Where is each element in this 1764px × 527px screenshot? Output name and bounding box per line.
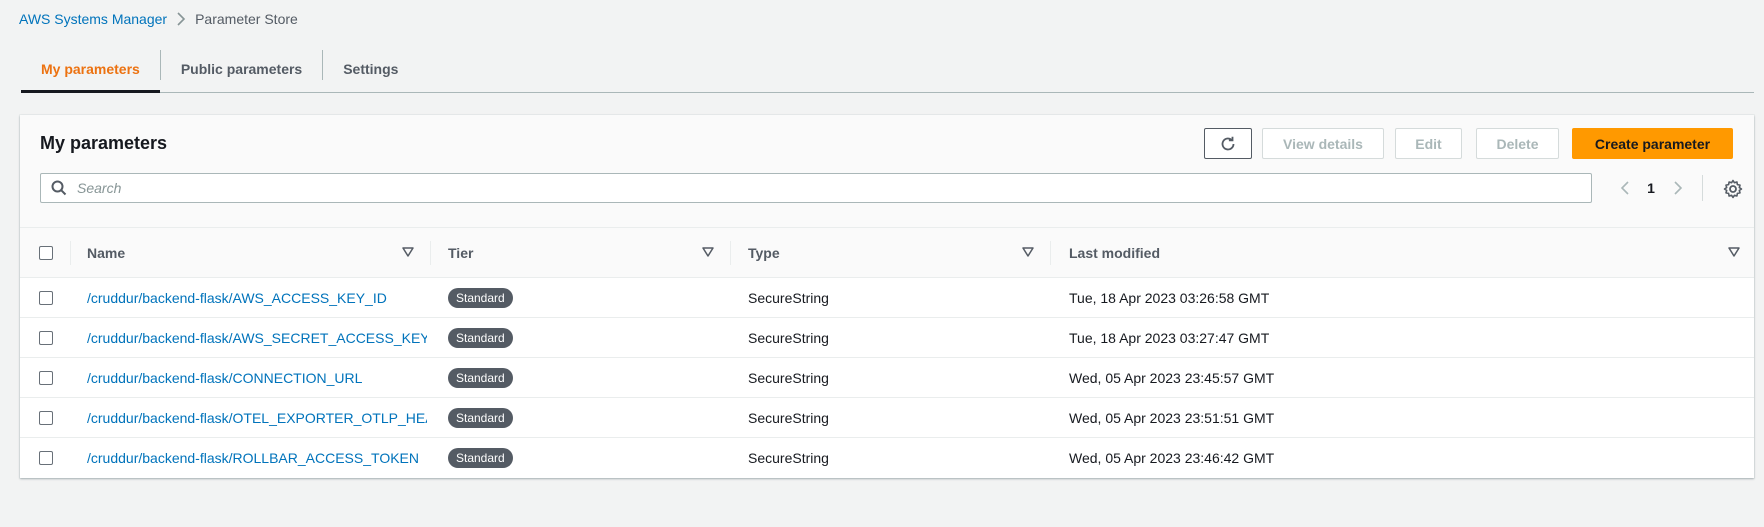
panel-header: My parameters View details Edit Delete C… — [20, 115, 1754, 228]
type-cell: SecureString — [748, 290, 829, 306]
tier-badge: Standard — [448, 328, 513, 348]
last-modified-cell: Wed, 05 Apr 2023 23:46:42 GMT — [1069, 450, 1275, 466]
settings-gear-icon[interactable] — [1723, 179, 1743, 199]
parameter-name-link[interactable]: /cruddur/backend-flask/OTEL_EXPORTER_OTL… — [87, 398, 427, 438]
type-cell: SecureString — [748, 330, 829, 346]
create-parameter-button[interactable]: Create parameter — [1572, 128, 1733, 159]
sort-caret-icon[interactable] — [1022, 246, 1034, 258]
chevron-left-icon[interactable] — [1610, 181, 1638, 195]
breadcrumb: AWS Systems Manager Parameter Store — [19, 11, 298, 27]
last-modified-cell: Wed, 05 Apr 2023 23:51:51 GMT — [1069, 410, 1275, 426]
column-header-last-modified[interactable]: Last modified — [1069, 228, 1160, 278]
refresh-icon — [1221, 136, 1235, 150]
tab-public-parameters[interactable]: Public parameters — [161, 46, 322, 92]
parameters-panel: My parameters View details Edit Delete C… — [20, 115, 1754, 478]
breadcrumb-current: Parameter Store — [195, 11, 298, 27]
page-number[interactable]: 1 — [1638, 180, 1664, 196]
column-header-name[interactable]: Name — [87, 228, 125, 278]
sort-caret-icon[interactable] — [702, 246, 714, 258]
row-checkbox[interactable] — [39, 411, 53, 425]
pagination: 1 — [1610, 173, 1703, 203]
sort-caret-icon[interactable] — [402, 246, 414, 258]
column-separator — [1050, 241, 1051, 265]
tier-badge: Standard — [448, 368, 513, 388]
sort-caret-icon[interactable] — [1728, 246, 1740, 258]
row-checkbox[interactable] — [39, 291, 53, 305]
search-box — [40, 173, 1592, 203]
search-icon — [41, 180, 77, 196]
pager-divider — [1702, 175, 1703, 201]
edit-button[interactable]: Edit — [1395, 128, 1462, 159]
table-header: Name Tier Type Last modified — [20, 228, 1754, 278]
refresh-button[interactable] — [1204, 128, 1252, 159]
tab-my-parameters[interactable]: My parameters — [21, 46, 160, 93]
table-row[interactable]: /cruddur/backend-flask/AWS_ACCESS_KEY_ID… — [20, 278, 1754, 318]
view-details-button[interactable]: View details — [1262, 128, 1384, 159]
breadcrumb-systems-manager-link[interactable]: AWS Systems Manager — [19, 11, 167, 27]
tier-badge: Standard — [448, 288, 513, 308]
row-checkbox[interactable] — [39, 331, 53, 345]
type-cell: SecureString — [748, 450, 829, 466]
column-separator — [430, 241, 431, 265]
last-modified-cell: Tue, 18 Apr 2023 03:27:47 GMT — [1069, 330, 1270, 346]
tab-settings[interactable]: Settings — [323, 46, 418, 92]
select-all-checkbox[interactable] — [39, 246, 53, 260]
last-modified-cell: Wed, 05 Apr 2023 23:45:57 GMT — [1069, 370, 1275, 386]
column-separator — [70, 241, 71, 265]
parameter-name-link[interactable]: /cruddur/backend-flask/AWS_ACCESS_KEY_ID — [87, 278, 427, 318]
row-checkbox[interactable] — [39, 371, 53, 385]
type-cell: SecureString — [748, 370, 829, 386]
tab-bar: My parameters Public parameters Settings — [21, 46, 1754, 93]
table-row[interactable]: /cruddur/backend-flask/OTEL_EXPORTER_OTL… — [20, 398, 1754, 438]
row-checkbox[interactable] — [39, 451, 53, 465]
parameter-name-link[interactable]: /cruddur/backend-flask/AWS_SECRET_ACCESS… — [87, 318, 427, 358]
table-row[interactable]: /cruddur/backend-flask/CONNECTION_URL St… — [20, 358, 1754, 398]
delete-button[interactable]: Delete — [1476, 128, 1559, 159]
tier-badge: Standard — [448, 448, 513, 468]
search-input[interactable] — [77, 175, 1591, 201]
parameter-name-link[interactable]: /cruddur/backend-flask/ROLLBAR_ACCESS_TO… — [87, 438, 427, 478]
parameter-name-link[interactable]: /cruddur/backend-flask/CONNECTION_URL — [87, 358, 427, 398]
panel-title: My parameters — [40, 133, 168, 153]
chevron-right-icon — [167, 12, 195, 26]
tier-badge: Standard — [448, 408, 513, 428]
chevron-right-icon[interactable] — [1664, 181, 1692, 195]
column-header-type[interactable]: Type — [748, 228, 780, 278]
column-header-tier[interactable]: Tier — [448, 228, 473, 278]
table-row[interactable]: /cruddur/backend-flask/ROLLBAR_ACCESS_TO… — [20, 438, 1754, 478]
type-cell: SecureString — [748, 410, 829, 426]
last-modified-cell: Tue, 18 Apr 2023 03:26:58 GMT — [1069, 290, 1270, 306]
table-row[interactable]: /cruddur/backend-flask/AWS_SECRET_ACCESS… — [20, 318, 1754, 358]
column-separator — [730, 241, 731, 265]
